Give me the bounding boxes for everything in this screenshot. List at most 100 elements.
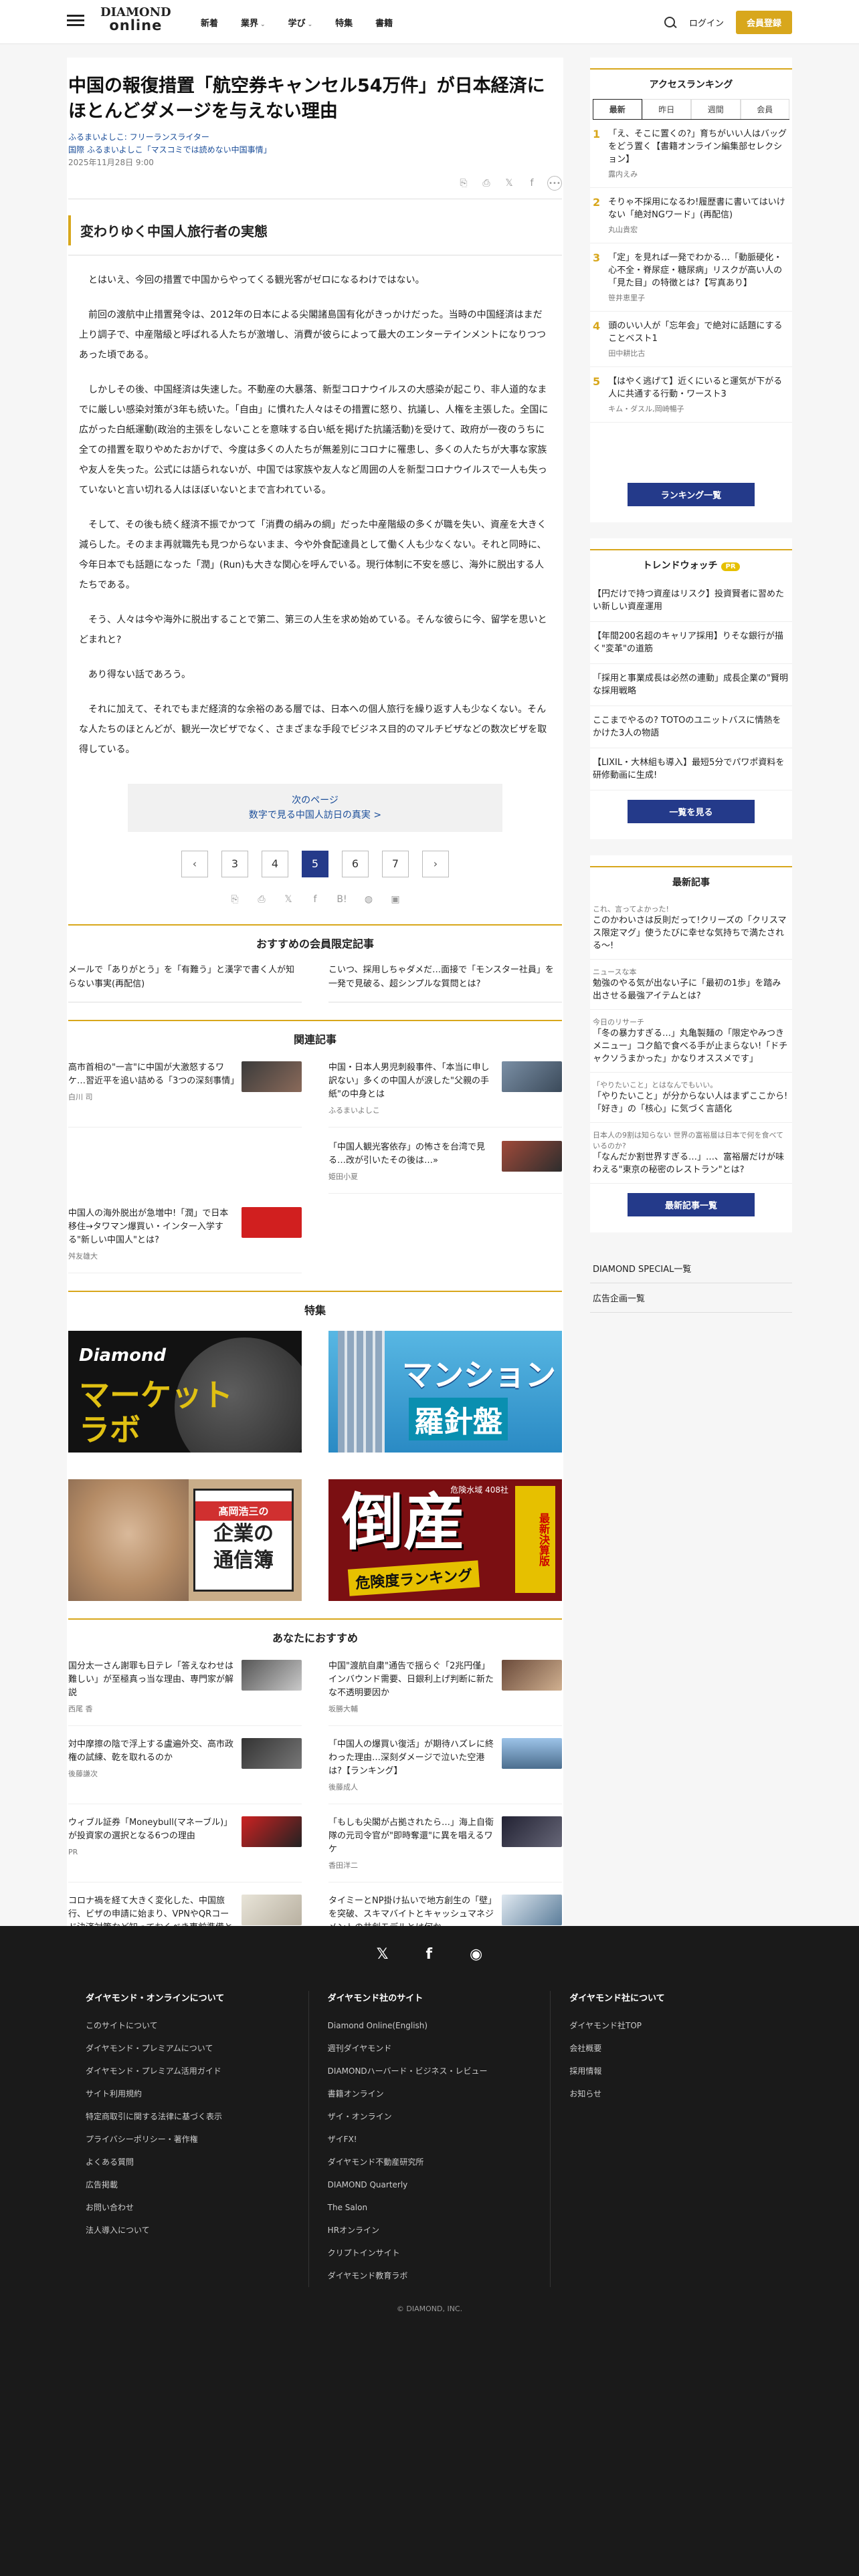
latest-item[interactable]: 「やりたいこと」とはなんでもいい。 「やりたいこと」が分からない人はまずここから!… [590,1073,792,1123]
trend-item[interactable]: 「採用と事業成長は必然の連動」成長企業の"賢明な採用戦略 [590,664,792,706]
footer-link[interactable]: HRオンライン [328,2219,551,2242]
trend-item[interactable]: 【年間200名超のキャリア採用】りそな銀行が描く"変革"の道筋 [590,622,792,664]
facebook-icon[interactable]: f [308,892,322,907]
page-4[interactable]: 4 [262,851,288,877]
feature-bankruptcy[interactable]: 倒産 危険水域 408社 最新決算版 危険度ランキング [328,1479,562,1601]
footer-link[interactable]: 週刊ダイヤモンド [328,2037,551,2060]
footer-link[interactable]: The Salon [328,2196,551,2219]
recommend-item[interactable]: 国分太一さん謝罪も日テレ「答えなわせは難しい」が至極真っ当な理由、専門家が解説西… [68,1660,302,1726]
footer-link[interactable]: DIAMONDハーバード・ビジネス・レビュー [328,2060,551,2082]
page-6[interactable]: 6 [342,851,369,877]
prev-page-button[interactable]: ‹ [181,851,208,877]
trend-list-button[interactable]: 一覧を見る [628,800,755,823]
footer-link[interactable]: 法人導入について [86,2219,308,2242]
ad-list-link[interactable]: 広告企画一覧 [590,1283,792,1313]
footer-link[interactable]: クリプトインサイト [328,2242,551,2264]
nav-books[interactable]: 書籍 [375,16,393,29]
ranking-item[interactable]: 3 「定」を見れば一発でわかる…「動脈硬化・心不全・脊尿症・糖尿病」リスクが高い人… [590,243,792,312]
print-icon[interactable]: ⎙ [479,176,494,191]
author-link[interactable]: ふるまいよしこ: フリーランスライター [68,131,562,144]
x-icon[interactable]: 𝕏 [377,1946,389,1963]
member-article-link[interactable]: こいつ、採用しちゃダメだ…面接で「モンスター社員」を一発で見破る、超シンプルな質… [328,963,562,1002]
pocket-icon[interactable]: ▣ [388,892,403,907]
latest-item[interactable]: これ、言ってよかった! このかわいさは反則だって!クリーズの「クリスマス限定マグ」… [590,897,792,960]
ranking-item[interactable]: 5 【はやく逃げて】近くにいると運気が下がる人に共通する行動・ワースト3 キム・ダス… [590,367,792,423]
footer-link[interactable]: 書籍オンライン [328,2082,551,2105]
footer-link[interactable]: お知らせ [569,2082,792,2105]
special-list-link[interactable]: DIAMOND SPECIAL一覧 [590,1254,792,1283]
trend-item[interactable]: ここまでやるの? TOTOのユニットバスに情熱をかけた3人の物語 [590,706,792,748]
nav-feature[interactable]: 特集 [335,16,353,29]
print-icon[interactable]: ⎙ [254,892,269,907]
footer-link[interactable]: 特定商取引に関する法律に基づく表示 [86,2105,308,2128]
ranking-item[interactable]: 4 頭のいい人が「忘年会」で絶対に話題にすることベスト1 田中耕比古 [590,312,792,367]
ranking-item[interactable]: 2 そりゃ不採用になるわ!履歴書に書いてはいけない「絶対NGワード」(再配信) 丸山… [590,188,792,243]
feature-takaoka[interactable]: 髙岡浩三の 企業の 通信簿 [68,1479,302,1601]
line-icon[interactable]: ◍ [361,892,376,907]
rss-icon[interactable]: ◉ [470,1946,482,1963]
footer-link[interactable]: ダイヤモンド社TOP [569,2014,792,2037]
series-link[interactable]: ふるまいよしこ「マスコミでは読めない中国事情」 [87,145,272,154]
nav-new[interactable]: 新着 [201,16,218,29]
recommend-item[interactable]: 「中国人の爆買い復活」が期待ハズレに終わった理由…深刻ダメージで泣いた空港は?【… [328,1738,562,1804]
latest-item[interactable]: 日本人の9割は知らない 世界の富裕層は日本で何を食べているのか? 「なんだか割世界… [590,1123,792,1184]
footer-link[interactable]: ザイFX! [328,2128,551,2151]
recommend-item[interactable]: 対中摩擦の陰で浮上する盧遍外交、高市政権の試練、乾を取れるのか 後藤謙次 [68,1738,302,1804]
member-article-link[interactable]: メールで「ありがとう」を「有難う」と漢字で書く人が知らない事実(再配信) [68,963,302,1002]
related-item[interactable]: 中国・日本人男児刺殺事件、「本当に申し訳ない」多くの中国人が涙した"父親の手紙"… [328,1061,562,1128]
footer-link[interactable]: プライバシーポリシー・著作権 [86,2128,308,2151]
recommend-item[interactable]: ウィブル証券「Moneybull(マネーブル)」が投資家の選択となる6つの理由 P… [68,1816,302,1883]
footer-link[interactable]: Diamond Online(English) [328,2014,551,2037]
search-icon[interactable] [664,16,677,29]
trend-item[interactable]: 【円だけで持つ資産はリスク】投資賢者に習めたい新しい資産運用 [590,580,792,622]
footer-link[interactable]: サイト利用規約 [86,2082,308,2105]
tab-member[interactable]: 会員 [740,99,789,119]
page-5-current[interactable]: 5 [302,851,328,877]
tab-weekly[interactable]: 週間 [691,99,741,119]
ranking-list-button[interactable]: ランキング一覧 [628,483,755,506]
footer-link[interactable]: ダイヤモンド・プレミアム活用ガイド [86,2060,308,2082]
clip-icon[interactable]: ⎘ [456,176,471,191]
related-item[interactable]: 高市首相の"一言"に中国が大激怒するワケ…習近平を追い詰める「3つの深刻事情」白… [68,1061,302,1128]
nav-industry[interactable]: 業界 ⌄ [241,16,266,29]
related-item[interactable]: 「中国人観光客依存」の怖さを台湾で見る…改が引いたその後は…» 姫田小夏 [328,1141,562,1194]
login-link[interactable]: ログイン [689,16,724,29]
x-icon[interactable]: 𝕏 [502,176,516,191]
x-icon[interactable]: 𝕏 [281,892,296,907]
page-3[interactable]: 3 [221,851,248,877]
footer-link[interactable]: よくある質問 [86,2151,308,2173]
footer-link[interactable]: 会社概要 [569,2037,792,2060]
footer-link[interactable]: ダイヤモンド・プレミアムについて [86,2037,308,2060]
next-page-button[interactable]: › [422,851,449,877]
page-7[interactable]: 7 [382,851,409,877]
latest-item[interactable]: ニュースな本 勉強のやる気が出ない子に「最初の1歩」を踏み出させる最強アイテムとは… [590,960,792,1010]
nav-learn[interactable]: 学び ⌄ [288,16,313,29]
latest-list-button[interactable]: 最新記事一覧 [628,1193,755,1216]
hatena-icon[interactable]: B! [335,892,349,907]
footer-link[interactable]: ダイヤモンド不動産研究所 [328,2151,551,2173]
footer-link[interactable]: お問い合わせ [86,2196,308,2219]
more-icon[interactable]: ••• [547,176,562,191]
register-button[interactable]: 会員登録 [735,11,792,34]
footer-link[interactable]: 採用情報 [569,2060,792,2082]
clip-icon[interactable]: ⎘ [227,892,242,907]
facebook-icon[interactable]: f [524,176,539,191]
latest-item[interactable]: 今日のリサーチ 「冬の暴力すぎる…」丸亀製麺の「限定やみつきメニュー」コク餡で食べ… [590,1010,792,1073]
footer-link[interactable]: このサイトについて [86,2014,308,2037]
footer-link[interactable]: DIAMOND Quarterly [328,2173,551,2196]
category-link[interactable]: 国際 [68,145,84,154]
tab-yesterday[interactable]: 昨日 [642,99,691,119]
related-item[interactable]: 中国人の海外脱出が急増中!「潤」で日本移住→タワマン爆買い・インター入学する"新… [68,1207,302,1273]
footer-link[interactable]: ダイヤモンド教育ラボ [328,2264,551,2287]
ranking-item[interactable]: 1 「え、そこに置くの?」育ちがいい人はバッグをどう置く【書籍オンライン編集部セレ… [590,120,792,188]
feature-mansion[interactable]: マンション 羅針盤 [328,1331,562,1453]
recommend-item[interactable]: 中国"渡航自粛"通告で揺らぐ「2兆円僅」インバウンド需要、日銀利上げ判断に新たな… [328,1660,562,1726]
site-logo[interactable]: DIAMOND online [100,7,171,33]
trend-item[interactable]: 【LIXIL・大林組も導入】最短5分でパワポ資料を研修動画に生成! [590,748,792,790]
menu-icon[interactable] [67,12,84,29]
tab-latest[interactable]: 最新 [593,99,642,119]
footer-link[interactable]: 広告掲載 [86,2173,308,2196]
recommend-item[interactable]: 「もしも尖閣が占拠されたら…」海上自衛隊の元司令官が"即時奪還"に異を唱えるワケ… [328,1816,562,1883]
feature-market-lab[interactable]: Diamond マーケット ラボ [68,1331,302,1453]
footer-link[interactable]: ザイ・オンライン [328,2105,551,2128]
